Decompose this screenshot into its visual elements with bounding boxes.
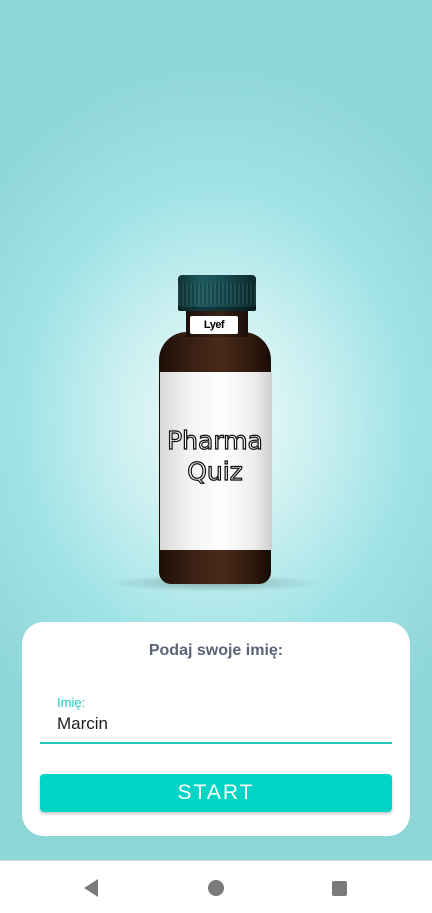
home-icon bbox=[208, 880, 224, 896]
bottle-cap-ridges bbox=[178, 283, 256, 305]
pharma-quiz-bottle-illustration: Lyef Pharma Quiz bbox=[0, 0, 432, 600]
app-title: Pharma Quiz bbox=[150, 425, 280, 487]
name-prompt: Podaj swoje imię: bbox=[148, 642, 284, 659]
system-navigation-bar bbox=[0, 860, 432, 913]
name-input[interactable] bbox=[57, 711, 387, 737]
name-entry-card: Podaj swoje imię: Imię: START bbox=[22, 622, 410, 836]
recent-apps-button[interactable] bbox=[326, 875, 352, 901]
app-title-line2: Quiz bbox=[187, 456, 244, 486]
app-title-line1: Pharma bbox=[167, 425, 264, 455]
name-field-label: Imię: bbox=[57, 695, 86, 710]
start-button[interactable]: START bbox=[40, 774, 392, 812]
recent-apps-icon bbox=[331, 880, 347, 896]
home-button[interactable] bbox=[203, 875, 229, 901]
bottle-neck-label: Lyef bbox=[190, 316, 238, 334]
app-screen: Lyef Pharma Quiz Podaj swoje imię: Imię:… bbox=[0, 0, 432, 860]
back-icon bbox=[84, 879, 98, 897]
back-button[interactable] bbox=[78, 875, 104, 901]
name-input-underline bbox=[40, 742, 392, 744]
